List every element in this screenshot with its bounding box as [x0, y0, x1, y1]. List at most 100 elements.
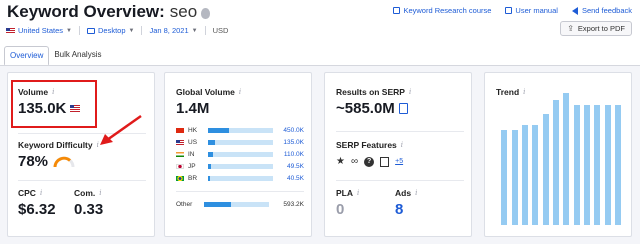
- results-value-row: ~585.0M: [336, 100, 408, 117]
- competition-label: Com.: [74, 188, 96, 198]
- question-icon: ?: [364, 156, 375, 167]
- country-row-jp[interactable]: JP 49.5K: [176, 161, 304, 172]
- export-pdf-button[interactable]: ⇪ Export to PDF: [560, 21, 632, 36]
- trend-bar[interactable]: [573, 104, 580, 225]
- info-icon[interactable]: i: [40, 189, 42, 197]
- research-course-label: Keyword Research course: [403, 6, 492, 15]
- red-arrow-annotation: [100, 114, 142, 145]
- country-code: IN: [188, 151, 195, 158]
- info-icon[interactable]: i: [401, 141, 403, 149]
- difficulty-label: Keyword Difficulty: [18, 140, 93, 150]
- country-row-hk[interactable]: HK 450.0K: [176, 125, 304, 136]
- divider: [18, 180, 146, 181]
- news-icon: [380, 156, 390, 167]
- megaphone-icon: [571, 6, 578, 15]
- trend-bar[interactable]: [542, 114, 549, 225]
- country-row-br[interactable]: BR 40.5K: [176, 173, 304, 184]
- volume-bar: [208, 152, 273, 157]
- difficulty-gauge-icon: [53, 156, 75, 167]
- research-course-link[interactable]: Keyword Research course: [393, 6, 491, 15]
- cpc-label: CPC: [18, 188, 36, 198]
- ads-value[interactable]: 8: [395, 201, 403, 218]
- keyword-metrics-card: Volume i 135.0K Keyword Difficulty i 78%…: [7, 72, 155, 237]
- global-volume-label-row: Global Volume i: [176, 87, 241, 97]
- trend-bar[interactable]: [594, 104, 601, 225]
- info-icon[interactable]: i: [357, 189, 359, 197]
- results-label-row: Results on SERP i: [336, 87, 411, 97]
- device-select[interactable]: Desktop ▼: [86, 26, 134, 35]
- volume-bar-fill: [208, 164, 211, 169]
- country-volume: 450.0K: [283, 127, 304, 134]
- date-select[interactable]: Jan 8, 2021 ▼: [149, 26, 197, 35]
- us-flag-icon: [70, 105, 81, 112]
- more-features-link[interactable]: +5: [395, 158, 403, 165]
- send-feedback-link[interactable]: Send feedback: [571, 6, 632, 15]
- country-volume: 135.0K: [283, 139, 304, 146]
- cpc-value: $6.32: [18, 201, 56, 218]
- trend-bar[interactable]: [521, 124, 528, 225]
- volume-bar: [208, 176, 273, 181]
- volume-bar: [204, 202, 269, 207]
- volume-label: Volume: [18, 87, 49, 97]
- trend-bar[interactable]: [563, 93, 570, 225]
- info-icon[interactable]: i: [239, 88, 241, 96]
- volume-bar-fill: [208, 176, 210, 181]
- divider: [336, 131, 464, 132]
- currency-label: USD: [212, 26, 229, 35]
- serp-features-icons: ★ ∞ ? +5: [336, 156, 403, 167]
- trend-bar[interactable]: [511, 129, 518, 225]
- database-select[interactable]: United States ▼: [6, 26, 72, 35]
- divider: [336, 180, 464, 181]
- country-code: HK: [188, 127, 198, 134]
- tab-bulk-analysis[interactable]: Bulk Analysis: [49, 46, 106, 66]
- country-row-other: Other 593.2K: [176, 199, 304, 210]
- competition-label-row: Com. i: [74, 188, 102, 198]
- export-icon: ⇪: [567, 24, 574, 33]
- trend-bar[interactable]: [583, 104, 590, 225]
- trend-bar[interactable]: [501, 129, 508, 225]
- divider: [141, 26, 143, 35]
- global-volume-value: 1.4M: [176, 100, 210, 117]
- star-icon: ★: [336, 156, 345, 167]
- volume-label-row: Volume i: [18, 87, 54, 97]
- country-volume: 40.5K: [287, 175, 304, 182]
- ads-label-row: Ads i: [395, 188, 417, 198]
- trend-bar[interactable]: [614, 104, 621, 225]
- chevron-down-icon: ▼: [191, 27, 198, 34]
- country-row-in[interactable]: IN 110.0K: [176, 149, 304, 160]
- global-volume-card: Global Volume i 1.4M HK 450.0K US 135.0K…: [164, 72, 312, 237]
- country-code: US: [188, 139, 198, 146]
- us-flag-icon: [176, 140, 184, 145]
- database-label: United States: [18, 26, 64, 35]
- serp-snapshot-icon[interactable]: [398, 103, 408, 114]
- trend-bar[interactable]: [604, 104, 611, 225]
- tab-overview[interactable]: Overview: [4, 46, 50, 66]
- volume-bar: [208, 140, 273, 145]
- country-volume: 110.0K: [283, 151, 304, 158]
- link-icon: ∞: [350, 156, 359, 167]
- pla-label: PLA: [336, 188, 353, 198]
- ads-label: Ads: [395, 188, 412, 198]
- volume-bar-fill: [204, 202, 232, 207]
- info-icon[interactable]: i: [415, 189, 417, 197]
- trend-bar[interactable]: [532, 124, 539, 225]
- keyword-status-icon: [201, 7, 211, 19]
- user-manual-link[interactable]: User manual: [505, 6, 558, 15]
- country-code: BR: [188, 175, 198, 182]
- country-volume: 593.2K: [283, 201, 304, 208]
- br-flag-icon: [176, 176, 184, 181]
- info-icon[interactable]: i: [52, 88, 54, 96]
- divider: [176, 191, 304, 192]
- in-flag-icon: [176, 152, 184, 157]
- country-row-us[interactable]: US 135.0K: [176, 137, 304, 148]
- course-icon: [393, 7, 401, 14]
- volume-bar: [208, 164, 273, 169]
- export-pdf-label: Export to PDF: [577, 24, 625, 33]
- trend-bar[interactable]: [552, 99, 559, 225]
- trend-chart: [499, 93, 623, 225]
- difficulty-value-row: 78%: [18, 153, 75, 170]
- info-icon[interactable]: i: [99, 189, 101, 197]
- info-icon[interactable]: i: [409, 88, 411, 96]
- filters-bar: United States ▼ Desktop ▼ Jan 8, 2021 ▼ …: [6, 26, 228, 35]
- send-feedback-label: Send feedback: [581, 6, 632, 15]
